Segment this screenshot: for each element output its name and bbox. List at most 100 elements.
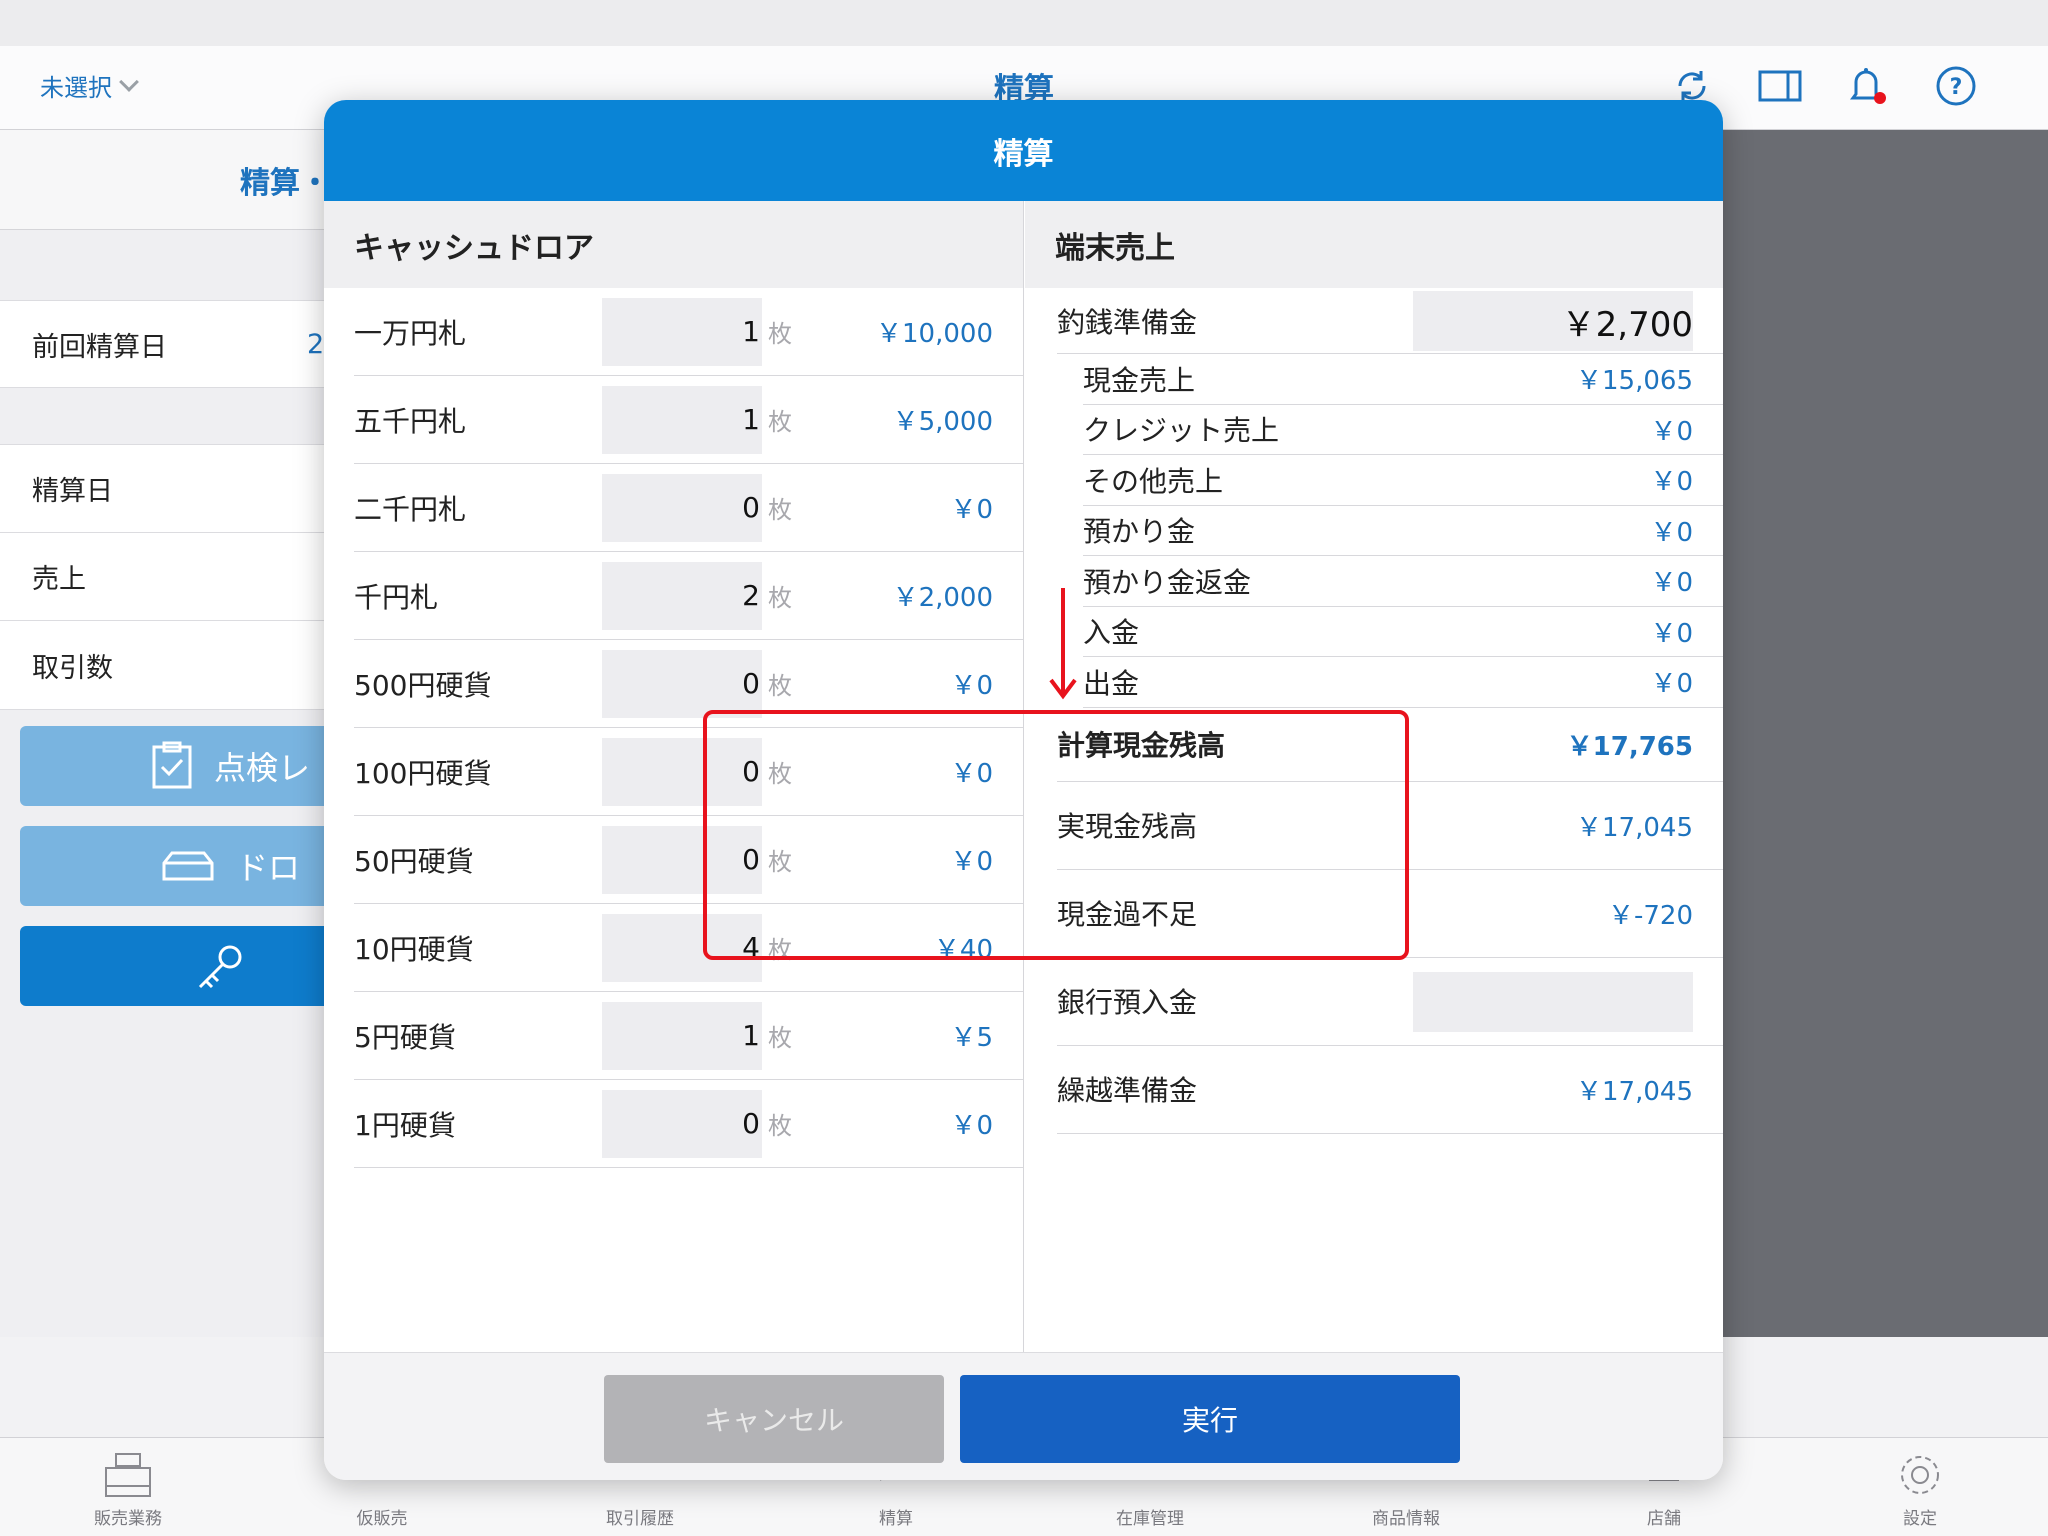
denomination-label: 五千円札 — [354, 404, 467, 438]
inspection-report-label: 点検レ — [213, 749, 310, 787]
denomination-count-input[interactable]: 1 — [602, 297, 762, 366]
sales-breakdown-label: 入金 — [1083, 616, 1140, 650]
down-arrow-annotation — [1049, 588, 1077, 700]
denomination-count-input[interactable]: 0 — [602, 1089, 762, 1158]
count-unit: 枚 — [768, 848, 792, 876]
sales-breakdown-amount: ￥0 — [1650, 517, 1693, 548]
sales-breakdown-label: 預かり金返金 — [1083, 565, 1252, 599]
denomination-label: 50円硬貨 — [354, 844, 474, 878]
cash-row: 1円硬貨 0 枚 ￥0 — [354, 1080, 1023, 1168]
denomination-count-input[interactable]: 2 — [602, 561, 762, 630]
denomination-label: 二千円札 — [354, 492, 467, 526]
tab-settings[interactable]: 設定 — [1850, 1446, 1990, 1529]
denomination-amount: ￥40 — [933, 935, 993, 965]
count-unit: 枚 — [768, 760, 792, 788]
bank-deposit-row: 銀行預入金 — [1057, 958, 1723, 1046]
cash-drawer-heading: キャッシュドロア — [324, 201, 1023, 288]
denomination-amount: ￥0 — [950, 495, 993, 525]
denomination-label: 100円硬貨 — [354, 756, 492, 790]
count-unit: 枚 — [768, 936, 792, 964]
cash-row: 五千円札 1 枚 ￥5,000 — [354, 376, 1023, 464]
tab-sales[interactable]: 販売業務 — [58, 1446, 198, 1529]
sales-breakdown-row: 出金 ￥0 — [1083, 657, 1723, 708]
denomination-amount: ￥5,000 — [892, 407, 993, 437]
bank-deposit-input[interactable] — [1413, 971, 1693, 1032]
count-unit: 枚 — [768, 320, 792, 348]
denomination-amount: ￥0 — [950, 847, 993, 877]
split-view-icon[interactable] — [1756, 62, 1804, 110]
tab-inventory-label: 在庫管理 — [1116, 1509, 1184, 1529]
sales-breakdown-row: 預かり金 ￥0 — [1083, 506, 1723, 556]
cash-row: 10円硬貨 4 枚 ￥40 — [354, 904, 1023, 992]
settlement-dialog: 精算 キャッシュドロア 一万円札 1 枚 ￥10,000 五千円札 1 枚 ￥5,000 二千円… — [324, 100, 1723, 1480]
tab-settings-label: 設定 — [1903, 1509, 1937, 1529]
cash-row: 500円硬貨 0 枚 ￥0 — [354, 640, 1023, 728]
count-unit: 枚 — [768, 496, 792, 524]
last-settlement-label: 前回精算日 — [32, 331, 167, 363]
cash-row: 一万円札 1 枚 ￥10,000 — [354, 288, 1023, 376]
denomination-amount: ￥0 — [950, 671, 993, 701]
terminal-sales-panel: 端末売上 釣銭準備金 ￥2,700 現金売上 ￥15,065 クレジット売上 ￥0 その… — [1025, 201, 1723, 1352]
denomination-count-input[interactable]: 0 — [602, 737, 762, 806]
denomination-count-input[interactable]: 4 — [602, 913, 762, 982]
sales-breakdown-amount: ￥0 — [1650, 467, 1693, 498]
cash-difference-label: 現金過不足 — [1057, 898, 1198, 931]
denomination-count-input[interactable]: 1 — [602, 1001, 762, 1070]
sales-breakdown-amount: ￥0 — [1650, 669, 1693, 700]
tab-store-label: 店舗 — [1647, 1509, 1681, 1529]
change-fund-row: 釣銭準備金 ￥2,700 — [1057, 288, 1723, 354]
carryover-fund-label: 繰越準備金 — [1057, 1074, 1198, 1107]
tab-settlement-label: 精算 — [879, 1509, 913, 1529]
denomination-label: 1円硬貨 — [354, 1108, 456, 1142]
denomination-label: 500円硬貨 — [354, 668, 492, 702]
sales-breakdown-row: 現金売上 ￥15,065 — [1083, 354, 1723, 405]
calculated-balance-value: ￥17,765 — [1566, 731, 1693, 762]
sales-breakdown-amount: ￥0 — [1650, 416, 1693, 447]
detail-pane-dimmed — [1720, 130, 2048, 1337]
dialog-title: 精算 — [324, 100, 1723, 201]
tab-provisional-sales-label: 仮販売 — [356, 1509, 408, 1529]
sales-breakdown-label: 預かり金 — [1083, 515, 1196, 549]
denomination-count-input[interactable]: 0 — [602, 825, 762, 894]
key-icon — [198, 945, 242, 989]
register-icon — [58, 1446, 198, 1504]
svg-text:?: ? — [1950, 75, 1963, 100]
sales-breakdown-row: その他売上 ￥0 — [1083, 455, 1723, 506]
sales-breakdown-label: 出金 — [1083, 666, 1140, 700]
help-icon[interactable]: ? — [1932, 62, 1980, 110]
sales-breakdown-amount: ￥0 — [1650, 618, 1693, 649]
calculated-balance-row: 計算現金残高 ￥17,765 — [1057, 708, 1723, 782]
count-unit: 枚 — [768, 1024, 792, 1052]
denomination-amount: ￥0 — [950, 1111, 993, 1141]
sales-breakdown-row: 預かり金返金 ￥0 — [1083, 556, 1723, 607]
denomination-count-input[interactable]: 1 — [602, 385, 762, 454]
carryover-fund-value: ￥17,045 — [1576, 1076, 1693, 1107]
tab-transaction-history-label: 取引履歴 — [606, 1509, 674, 1529]
sales-breakdown-row: 入金 ￥0 — [1083, 607, 1723, 657]
carryover-fund-row: 繰越準備金 ￥17,045 — [1057, 1046, 1723, 1134]
cancel-button[interactable]: キャンセル — [604, 1375, 944, 1463]
tab-sales-label: 販売業務 — [94, 1509, 162, 1529]
denomination-label: 千円札 — [354, 580, 439, 614]
count-unit: 枚 — [768, 1112, 792, 1140]
denomination-count-input[interactable]: 0 — [602, 649, 762, 718]
bell-icon[interactable] — [1844, 62, 1892, 110]
gear-icon — [1850, 1446, 1990, 1504]
denomination-label: 10円硬貨 — [354, 932, 474, 966]
count-unit: 枚 — [768, 584, 792, 612]
bank-deposit-label: 銀行預入金 — [1057, 986, 1198, 1019]
cash-row: 50円硬貨 0 枚 ￥0 — [354, 816, 1023, 904]
clipboard-check-icon — [152, 741, 192, 789]
actual-balance-label: 実現金残高 — [1057, 810, 1198, 843]
change-fund-input[interactable]: ￥2,700 — [1413, 291, 1693, 351]
denomination-amount: ￥10,000 — [876, 319, 993, 349]
cash-difference-row: 現金過不足 ￥-720 — [1057, 870, 1723, 958]
count-unit: 枚 — [768, 672, 792, 700]
denomination-label: 一万円札 — [354, 316, 467, 350]
sales-breakdown-row: クレジット売上 ￥0 — [1083, 405, 1723, 455]
cash-drawer-panel: キャッシュドロア 一万円札 1 枚 ￥10,000 五千円札 1 枚 ￥5,000 二千円札 0 枚… — [324, 201, 1024, 1352]
denomination-label: 5円硬貨 — [354, 1020, 456, 1054]
execute-button[interactable]: 実行 — [960, 1375, 1460, 1463]
denomination-amount: ￥5 — [950, 1023, 993, 1053]
denomination-count-input[interactable]: 0 — [602, 473, 762, 542]
